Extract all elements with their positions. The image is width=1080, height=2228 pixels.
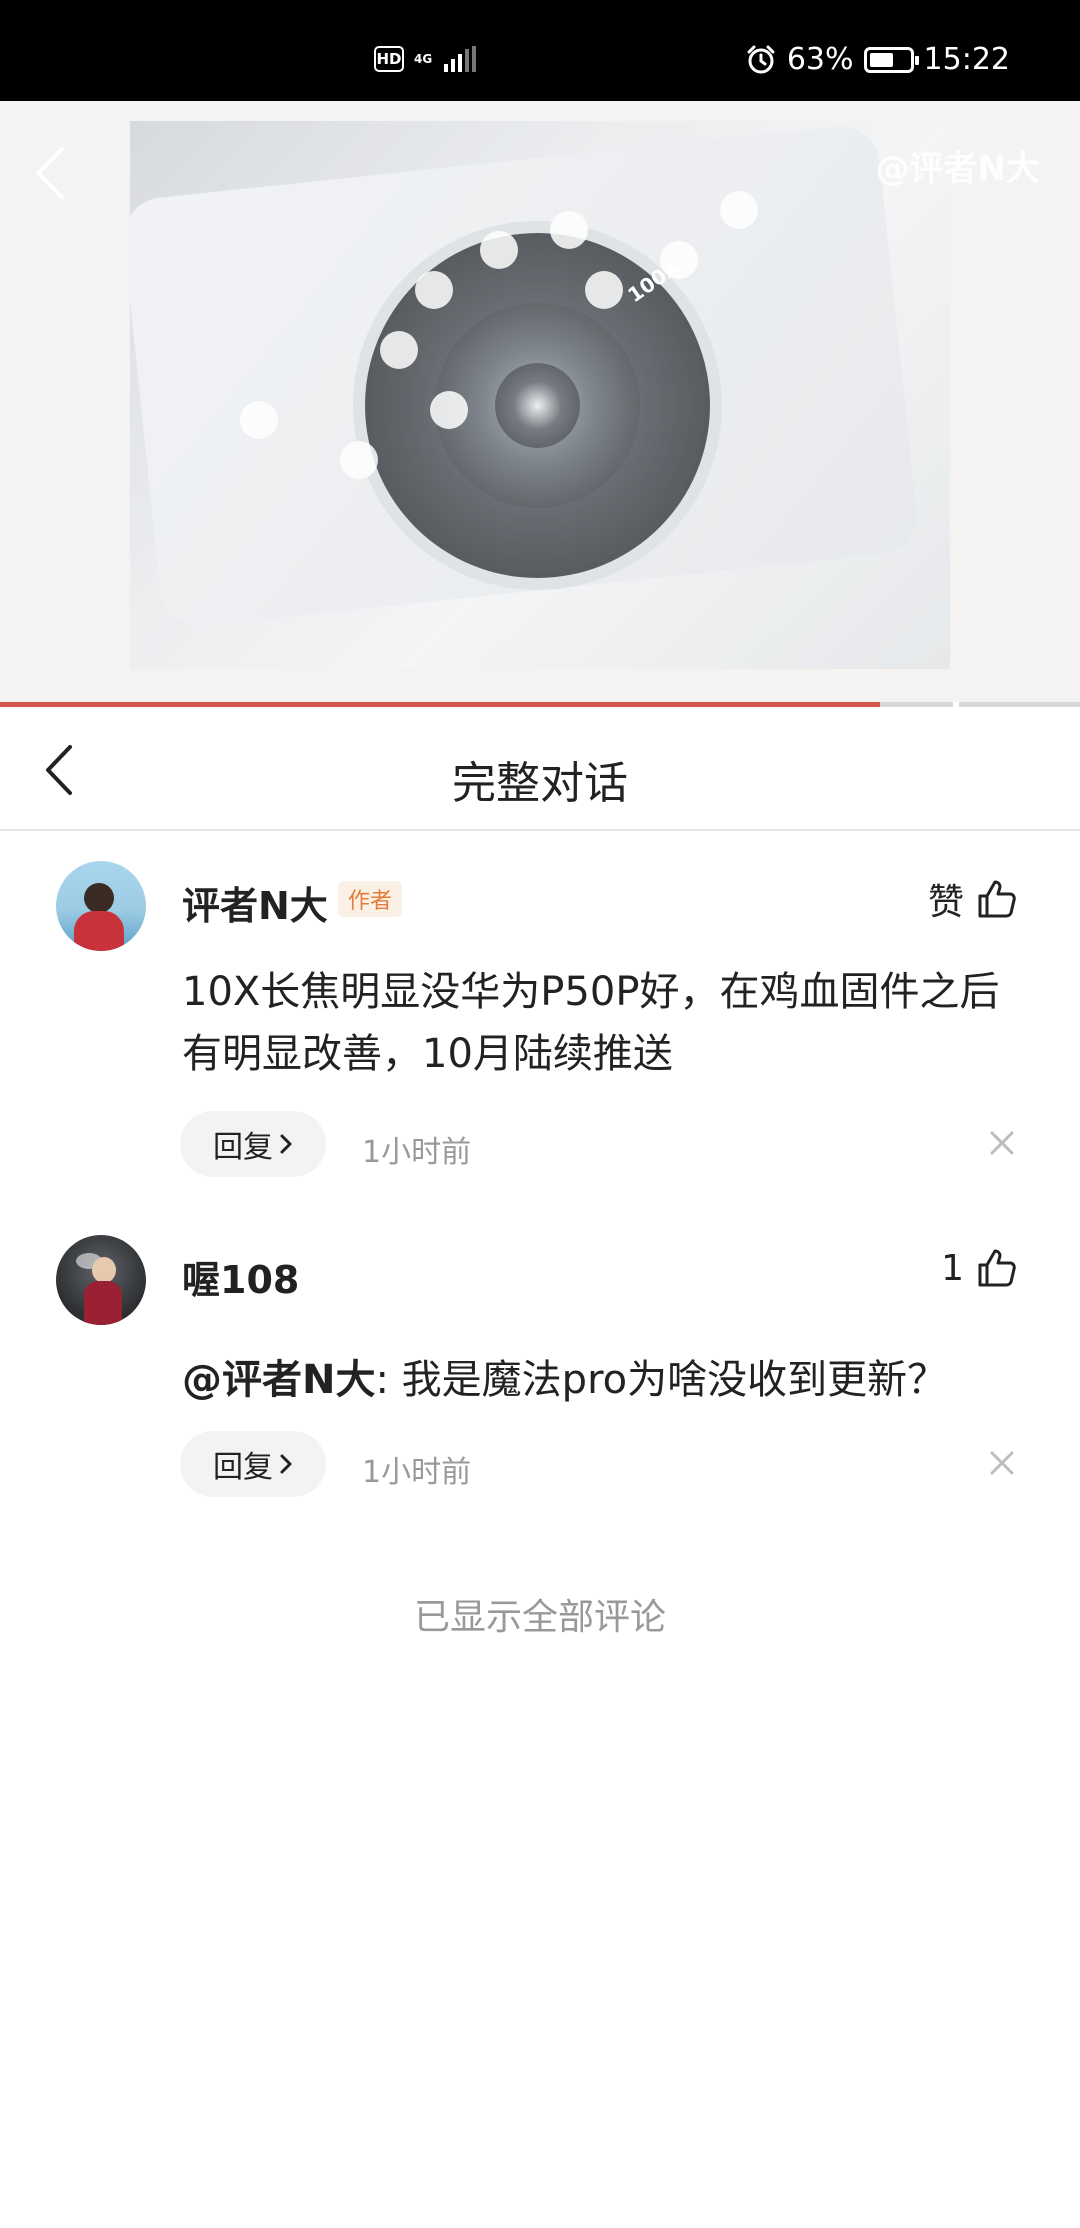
comment-time: 1小时前 xyxy=(362,1455,472,1490)
page-header: 完整对话 xyxy=(0,707,1080,831)
like-button[interactable]: 1 xyxy=(941,1247,1018,1289)
avatar[interactable] xyxy=(56,861,146,951)
battery-icon xyxy=(863,46,919,73)
reply-label: 回复 xyxy=(213,1130,273,1165)
comment-text: @评者N大: 我是魔法pro为啥没收到更新？ xyxy=(182,1349,1022,1411)
network-type: 4G xyxy=(414,52,433,66)
comment-text: 10X长焦明显没华为P50P好，在鸡血固件之后有明显改善，10月陆续推送 xyxy=(182,969,1000,1077)
like-count: 1 xyxy=(941,1247,964,1289)
camera-photo[interactable]: 100X xyxy=(130,121,950,669)
avatar[interactable] xyxy=(56,1235,146,1325)
hd-icon: HD xyxy=(374,46,404,72)
clock: 15:22 xyxy=(923,42,1010,77)
close-icon[interactable] xyxy=(988,1129,1016,1157)
avatar-figure-head xyxy=(92,1257,116,1283)
thumb-up-icon xyxy=(978,880,1016,918)
mention-link[interactable]: @评者N大 xyxy=(182,1357,375,1403)
comment-username[interactable]: 评者N大 xyxy=(182,875,328,930)
comment-time: 1小时前 xyxy=(362,1135,472,1170)
reply-button[interactable]: 回复 xyxy=(180,1111,326,1177)
status-bar: HD 4G 63% 15:22 xyxy=(0,0,1080,101)
avatar-figure-body xyxy=(74,911,124,951)
comment-text-body: : 我是魔法pro为啥没收到更新？ xyxy=(375,1357,948,1403)
chevron-right-icon xyxy=(280,1454,292,1474)
author-badge: 作者 xyxy=(338,881,402,917)
hero-image-area: 100X @评者N大 xyxy=(0,101,1080,706)
status-right-group: 63% 15:22 xyxy=(745,42,1010,77)
watermark: @评者N大 xyxy=(875,149,1040,189)
avatar-figure-body xyxy=(84,1281,122,1325)
page-title: 完整对话 xyxy=(452,758,628,809)
status-network-group: HD 4G xyxy=(374,46,476,72)
back-icon[interactable] xyxy=(30,145,70,201)
like-label: 赞 xyxy=(927,882,964,923)
reply-button[interactable]: 回复 xyxy=(180,1431,326,1497)
close-icon[interactable] xyxy=(988,1449,1016,1477)
reply-label: 回复 xyxy=(213,1450,273,1485)
like-button[interactable]: 赞 xyxy=(928,873,1018,925)
alarm-icon xyxy=(747,45,775,73)
comment-username[interactable]: 喔108 xyxy=(182,1249,299,1304)
battery-percent: 63% xyxy=(786,42,854,77)
avatar-figure-head xyxy=(84,883,114,913)
hd-label: HD xyxy=(376,49,402,68)
all-comments-shown-note: 已显示全部评论 xyxy=(413,1597,666,1638)
chevron-right-icon xyxy=(280,1134,292,1154)
battery-fill xyxy=(869,52,894,67)
signal-icon xyxy=(444,46,476,72)
photo-overlay xyxy=(130,121,950,669)
thumb-up-icon xyxy=(978,1249,1016,1287)
